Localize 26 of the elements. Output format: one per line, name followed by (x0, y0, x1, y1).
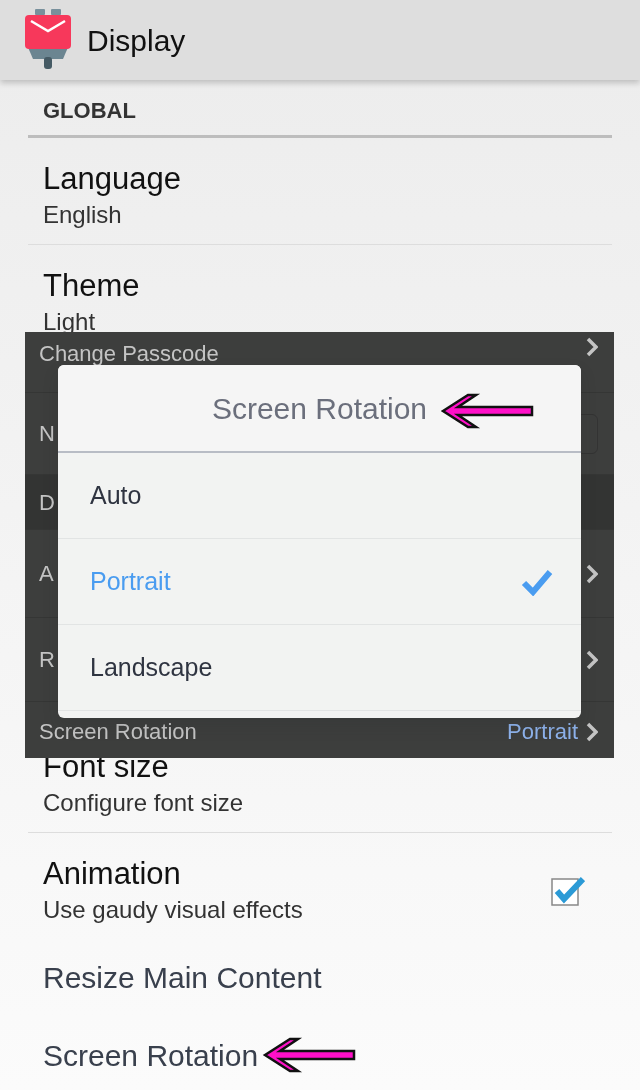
section-header: GLOBAL (28, 80, 612, 138)
check-icon (521, 567, 553, 596)
setting-title[interactable]: Screen Rotation (43, 1033, 259, 1079)
setting-summary: Use gaudy visual effects (43, 894, 304, 925)
chevron-icon (586, 337, 598, 357)
app-logo-icon (25, 9, 71, 71)
section-header: D (39, 488, 55, 517)
dialog-title: Screen Rotation (211, 390, 428, 427)
chevron-icon (586, 563, 598, 584)
row-label: N (39, 420, 55, 448)
chevron-icon (586, 721, 598, 742)
row-label: R (39, 646, 55, 674)
setting-title: Theme (43, 266, 141, 305)
setting-title: Animation (43, 854, 182, 893)
screen-title: Display (87, 22, 186, 59)
row-value: Portrait (507, 718, 578, 746)
row-label: Screen Rotation (39, 718, 197, 746)
setting-title: Language (43, 160, 182, 198)
row-label: A (39, 560, 54, 588)
setting-summary: Configure font size (43, 787, 245, 818)
dialog-option[interactable]: Landscape (58, 625, 581, 711)
setting-summary: English (43, 199, 123, 230)
dialog-option[interactable]: Auto (58, 453, 581, 539)
setting-title[interactable]: Resize Main Content (43, 955, 322, 1001)
chevron-icon (586, 649, 598, 670)
row-label: Change Passcode (39, 340, 219, 368)
